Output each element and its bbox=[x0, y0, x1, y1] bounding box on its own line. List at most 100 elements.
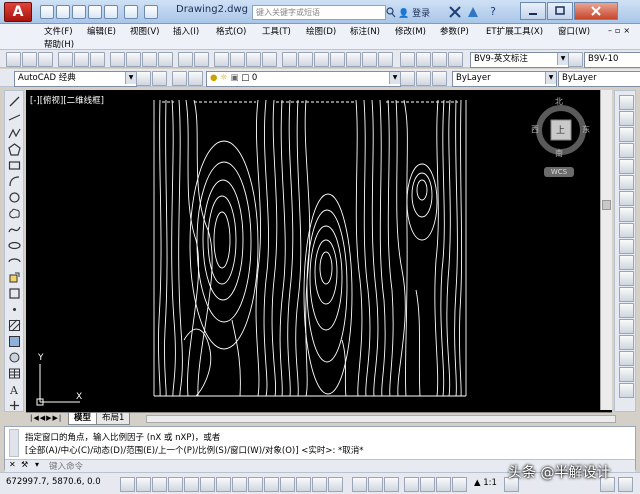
tab-layout1[interactable]: 布局1 bbox=[96, 413, 131, 425]
snap-mode-icon[interactable] bbox=[136, 477, 151, 492]
quick-view-layouts-icon[interactable] bbox=[368, 477, 383, 492]
ellipse-arc-icon[interactable] bbox=[8, 255, 21, 268]
qat-save-icon[interactable] bbox=[72, 5, 86, 19]
array-icon[interactable] bbox=[619, 159, 634, 174]
explode-icon[interactable] bbox=[619, 367, 634, 382]
ortho-mode-icon[interactable] bbox=[168, 477, 183, 492]
text-style-icon[interactable] bbox=[400, 52, 415, 67]
vertical-scrollbar[interactable] bbox=[600, 90, 612, 410]
lineweight-icon[interactable] bbox=[280, 477, 295, 492]
menu-file[interactable]: 文件(F) bbox=[44, 25, 73, 37]
menu-modify[interactable]: 修改(M) bbox=[395, 25, 426, 37]
layer-properties-icon[interactable] bbox=[172, 71, 187, 86]
table-icon[interactable] bbox=[8, 367, 21, 380]
table-style-button-icon[interactable] bbox=[568, 52, 583, 67]
circle-icon[interactable] bbox=[8, 191, 21, 204]
properties-modify-icon[interactable] bbox=[619, 383, 634, 398]
mirror-icon[interactable] bbox=[619, 127, 634, 142]
break-at-point-icon[interactable] bbox=[619, 271, 634, 286]
menu-edit[interactable]: 编辑(E) bbox=[87, 25, 116, 37]
polygon-icon[interactable] bbox=[8, 143, 21, 156]
dim-style-select[interactable]: BV9-英文标注 ▼ bbox=[470, 52, 569, 68]
join-icon[interactable] bbox=[619, 303, 634, 318]
menu-parameters[interactable]: 参数(P) bbox=[440, 25, 469, 37]
line-icon[interactable] bbox=[8, 95, 21, 108]
infer-constraints-icon[interactable] bbox=[120, 477, 135, 492]
model-space-icon[interactable] bbox=[352, 477, 367, 492]
horizontal-scrollbar[interactable] bbox=[146, 415, 616, 423]
sheet-set-icon[interactable] bbox=[330, 52, 345, 67]
scale-icon[interactable] bbox=[619, 207, 634, 222]
calculator-icon[interactable] bbox=[362, 52, 377, 67]
menu-insert[interactable]: 插入(I) bbox=[173, 25, 199, 37]
multiline-text-icon[interactable]: A bbox=[8, 383, 21, 396]
make-block-icon[interactable] bbox=[8, 287, 21, 300]
annotation-scale[interactable]: ▲ 1:1 bbox=[474, 478, 497, 488]
layer-extra-icon[interactable] bbox=[432, 71, 447, 86]
quick-properties-icon[interactable] bbox=[312, 477, 327, 492]
tool-palettes-icon[interactable] bbox=[314, 52, 329, 67]
menu-format[interactable]: 格式(O) bbox=[216, 25, 246, 37]
revision-cloud-icon[interactable] bbox=[8, 207, 21, 220]
blend-icon[interactable] bbox=[619, 351, 634, 366]
wrench-icon[interactable]: ⚒ bbox=[21, 460, 28, 469]
markup-icon[interactable] bbox=[346, 52, 361, 67]
plot-preview-icon[interactable] bbox=[74, 52, 89, 67]
menu-help[interactable]: 帮助(H) bbox=[44, 38, 74, 50]
save-icon[interactable] bbox=[38, 52, 53, 67]
grid-display-icon[interactable] bbox=[152, 477, 167, 492]
ellipse-icon[interactable] bbox=[8, 239, 21, 252]
layer-select[interactable]: ● ☼ ▣ □ 0 ▼ bbox=[206, 71, 401, 87]
qat-print-icon[interactable] bbox=[104, 5, 118, 19]
tab-model[interactable]: 模型 bbox=[68, 413, 98, 425]
login-link[interactable]: 👤 登录 bbox=[398, 6, 430, 19]
polyline-icon[interactable] bbox=[8, 127, 21, 140]
drawing-area[interactable]: [-][俯视][二维线框] Y X 北 南 东 西 上 WCS bbox=[26, 90, 612, 412]
qat-open-icon[interactable] bbox=[56, 5, 70, 19]
qat-saveas-icon[interactable] bbox=[88, 5, 102, 19]
menu-window[interactable]: 窗口(W) bbox=[558, 25, 590, 37]
paste-icon[interactable] bbox=[142, 52, 157, 67]
drawing-window-controls[interactable]: –▫× bbox=[608, 26, 636, 36]
viewcube-north-label[interactable]: 北 bbox=[555, 96, 563, 107]
qnew-icon[interactable] bbox=[6, 52, 21, 67]
workspace-select[interactable]: AutoCAD 经典 ▼ bbox=[14, 71, 137, 87]
region-icon[interactable] bbox=[8, 351, 21, 364]
menu-draw[interactable]: 绘图(D) bbox=[306, 25, 336, 37]
break-icon[interactable] bbox=[619, 287, 634, 302]
copy-icon[interactable] bbox=[126, 52, 141, 67]
clean-screen-icon[interactable] bbox=[618, 477, 633, 492]
menu-dimension[interactable]: 标注(N) bbox=[350, 25, 380, 37]
qat-new-icon[interactable] bbox=[40, 5, 54, 19]
move-icon[interactable] bbox=[619, 175, 634, 190]
arc-icon[interactable] bbox=[8, 175, 21, 188]
stretch-icon[interactable] bbox=[619, 223, 634, 238]
minimize-button[interactable] bbox=[520, 2, 546, 20]
dim-style-icon[interactable] bbox=[416, 52, 431, 67]
rectangle-icon[interactable] bbox=[8, 159, 21, 172]
chamfer-icon[interactable] bbox=[619, 319, 634, 334]
zoom-previous-icon[interactable] bbox=[262, 52, 277, 67]
search-icon[interactable] bbox=[386, 6, 396, 18]
spline-icon[interactable] bbox=[8, 223, 21, 236]
autocad-logo-button[interactable]: A bbox=[4, 2, 32, 22]
offset-icon[interactable] bbox=[619, 143, 634, 158]
redo-icon[interactable] bbox=[194, 52, 209, 67]
command-input[interactable]: 键入命令 bbox=[49, 460, 83, 472]
trim-icon[interactable] bbox=[619, 239, 634, 254]
cut-icon[interactable] bbox=[110, 52, 125, 67]
autodesk-exchange-icon[interactable] bbox=[448, 5, 462, 19]
steering-wheel-icon[interactable] bbox=[436, 477, 451, 492]
color-select[interactable]: ByLayer ▼ bbox=[452, 71, 557, 87]
qat-redo-icon[interactable] bbox=[144, 5, 158, 19]
polar-tracking-icon[interactable] bbox=[184, 477, 199, 492]
multileader-style-icon[interactable] bbox=[448, 52, 463, 67]
plot-icon[interactable] bbox=[58, 52, 73, 67]
chevron-down-icon[interactable]: ▾ bbox=[35, 460, 39, 469]
pan-status-icon[interactable] bbox=[404, 477, 419, 492]
table-style-icon[interactable] bbox=[432, 52, 447, 67]
object-snap-icon[interactable] bbox=[200, 477, 215, 492]
extend-icon[interactable] bbox=[619, 255, 634, 270]
pan-icon[interactable] bbox=[214, 52, 229, 67]
zoom-status-icon[interactable] bbox=[420, 477, 435, 492]
